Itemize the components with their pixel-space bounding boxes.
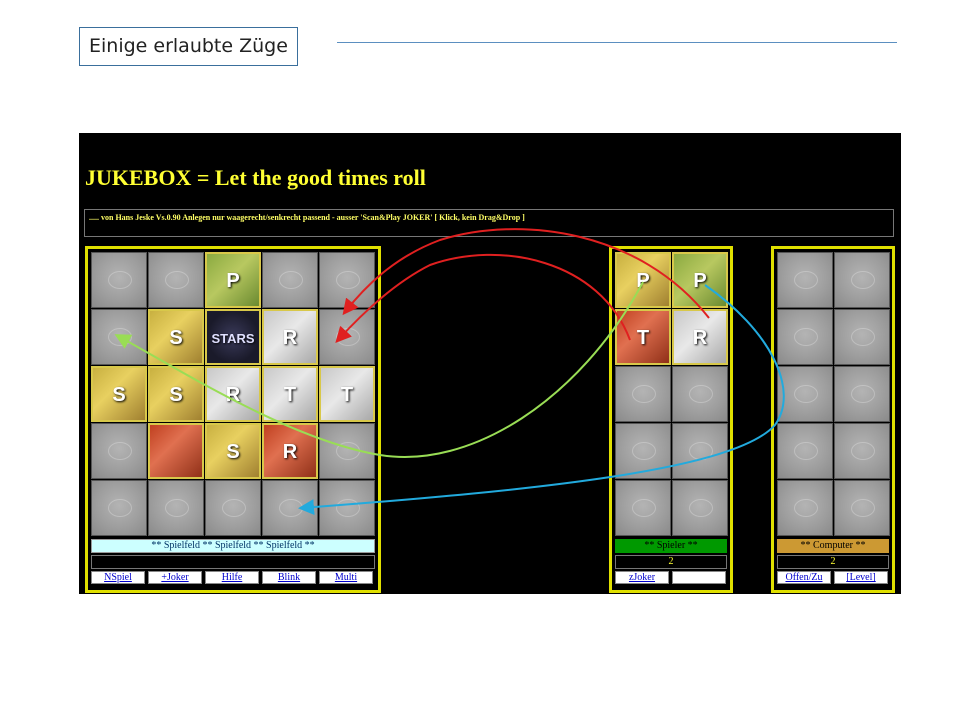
card-cover-art: P <box>226 270 240 292</box>
computer-empty-cell[interactable] <box>834 309 890 365</box>
computer-empty-cell[interactable] <box>834 423 890 479</box>
computer-panel: ** Computer ** 2 Offen/Zu [Level] <box>771 246 895 593</box>
spieler-empty-cell[interactable] <box>672 366 728 422</box>
spielfeld-empty-cell[interactable] <box>91 423 147 479</box>
spielfeld-empty-cell[interactable] <box>148 480 204 536</box>
card-cover-art: T <box>283 384 297 406</box>
spieler-grid: P P T R <box>615 252 728 536</box>
card-cover-art: R <box>282 441 298 463</box>
nspiel-button[interactable]: NSpiel <box>91 571 145 584</box>
spielfeld-card[interactable]: S <box>205 423 261 479</box>
card-cover-art: R <box>282 327 298 349</box>
card-cover-art: R <box>692 327 708 349</box>
spielfeld-card[interactable]: T <box>262 366 318 422</box>
card-cover-art: T <box>636 327 650 349</box>
spieler-empty-cell[interactable] <box>615 423 671 479</box>
zjoker-button[interactable]: zJoker <box>615 571 669 584</box>
spieler-card[interactable]: P <box>672 252 728 308</box>
spielfeld-empty-cell[interactable] <box>205 480 261 536</box>
spielfeld-buttons: NSpiel +Joker Hilfe Blink Multi <box>91 571 373 584</box>
add-joker-button[interactable]: +Joker <box>148 571 202 584</box>
title-divider <box>337 42 897 43</box>
spieler-empty-cell[interactable] <box>672 423 728 479</box>
spielfeld-card[interactable]: S <box>148 309 204 365</box>
computer-empty-cell[interactable] <box>834 366 890 422</box>
card-cover-art: S <box>169 384 183 406</box>
spielfeld-card[interactable]: P <box>205 252 261 308</box>
spieler-empty-cell[interactable] <box>615 480 671 536</box>
spieler-buttons: zJoker <box>615 571 726 584</box>
spielfeld-card[interactable]: R <box>262 423 318 479</box>
spielfeld-empty-cell[interactable] <box>91 480 147 536</box>
spielfeld-card[interactable]: R <box>262 309 318 365</box>
jukebox-game: JUKEBOX = Let the good times roll ..... … <box>79 133 901 594</box>
spieler-empty-cell[interactable] <box>672 480 728 536</box>
computer-empty-cell[interactable] <box>777 309 833 365</box>
spieler-panel: P P T R ** Spieler ** 2 zJoker <box>609 246 733 593</box>
card-cover-art: T <box>340 384 354 406</box>
spielfeld-card[interactable] <box>148 423 204 479</box>
card-cover-art: S <box>112 384 126 406</box>
level-button[interactable]: [Level] <box>834 571 888 584</box>
spieler-label: ** Spieler ** <box>615 539 727 553</box>
offen-zu-button[interactable]: Offen/Zu <box>777 571 831 584</box>
spielfeld-empty-cell[interactable] <box>319 423 375 479</box>
computer-grid <box>777 252 890 536</box>
computer-empty-cell[interactable] <box>777 366 833 422</box>
spielfeld-empty-cell[interactable] <box>91 252 147 308</box>
spielfeld-card[interactable]: R <box>205 366 261 422</box>
card-cover-art: P <box>636 270 650 292</box>
computer-count: 2 <box>777 555 889 569</box>
computer-empty-cell[interactable] <box>777 423 833 479</box>
spielfeld-empty-cell[interactable] <box>91 309 147 365</box>
computer-empty-cell[interactable] <box>777 480 833 536</box>
spielfeld-empty-cell[interactable] <box>148 252 204 308</box>
spielfeld-empty-cell[interactable] <box>319 252 375 308</box>
computer-label: ** Computer ** <box>777 539 889 553</box>
card-cover-art: P <box>693 270 707 292</box>
spieler-empty-cell[interactable] <box>615 366 671 422</box>
spielfeld-empty-cell[interactable] <box>319 309 375 365</box>
spielfeld-label: ** Spielfeld ** Spielfeld ** Spielfeld *… <box>91 539 375 553</box>
card-cover-art: S <box>169 327 183 349</box>
card-cover-art: S <box>226 441 240 463</box>
spieler-count: 2 <box>615 555 727 569</box>
computer-empty-cell[interactable] <box>834 480 890 536</box>
spielfeld-card[interactable]: S <box>91 366 147 422</box>
spielfeld-empty-cell[interactable] <box>262 252 318 308</box>
slide-title: Einige erlaubte Züge <box>79 27 298 66</box>
computer-buttons: Offen/Zu [Level] <box>777 571 888 584</box>
spielfeld-grid: P S STARS R S S R T T S R <box>91 252 375 536</box>
spielfeld-panel: P S STARS R S S R T T S R ** Spielfeld ** Spielfel… <box>85 246 381 593</box>
spielfeld-status-bar <box>91 555 375 569</box>
card-cover-art: STARS <box>211 331 255 346</box>
spielfeld-card[interactable]: STARS <box>205 309 261 365</box>
card-cover-art: R <box>225 384 241 406</box>
computer-empty-cell[interactable] <box>834 252 890 308</box>
spieler-card[interactable]: P <box>615 252 671 308</box>
hilfe-button[interactable]: Hilfe <box>205 571 259 584</box>
spielfeld-card[interactable]: T <box>319 366 375 422</box>
computer-empty-cell[interactable] <box>777 252 833 308</box>
spieler-card[interactable]: T <box>615 309 671 365</box>
spieler-empty-button[interactable] <box>672 571 726 584</box>
spielfeld-card[interactable]: S <box>148 366 204 422</box>
game-subtitle: ..... von Hans Jeske Vs.0.90 Anlegen nur… <box>84 209 894 237</box>
game-title: JUKEBOX = Let the good times roll <box>85 165 426 190</box>
blink-button[interactable]: Blink <box>262 571 316 584</box>
spielfeld-empty-cell[interactable] <box>262 480 318 536</box>
multi-button[interactable]: Multi <box>319 571 373 584</box>
spieler-card[interactable]: R <box>672 309 728 365</box>
spielfeld-empty-cell[interactable] <box>319 480 375 536</box>
